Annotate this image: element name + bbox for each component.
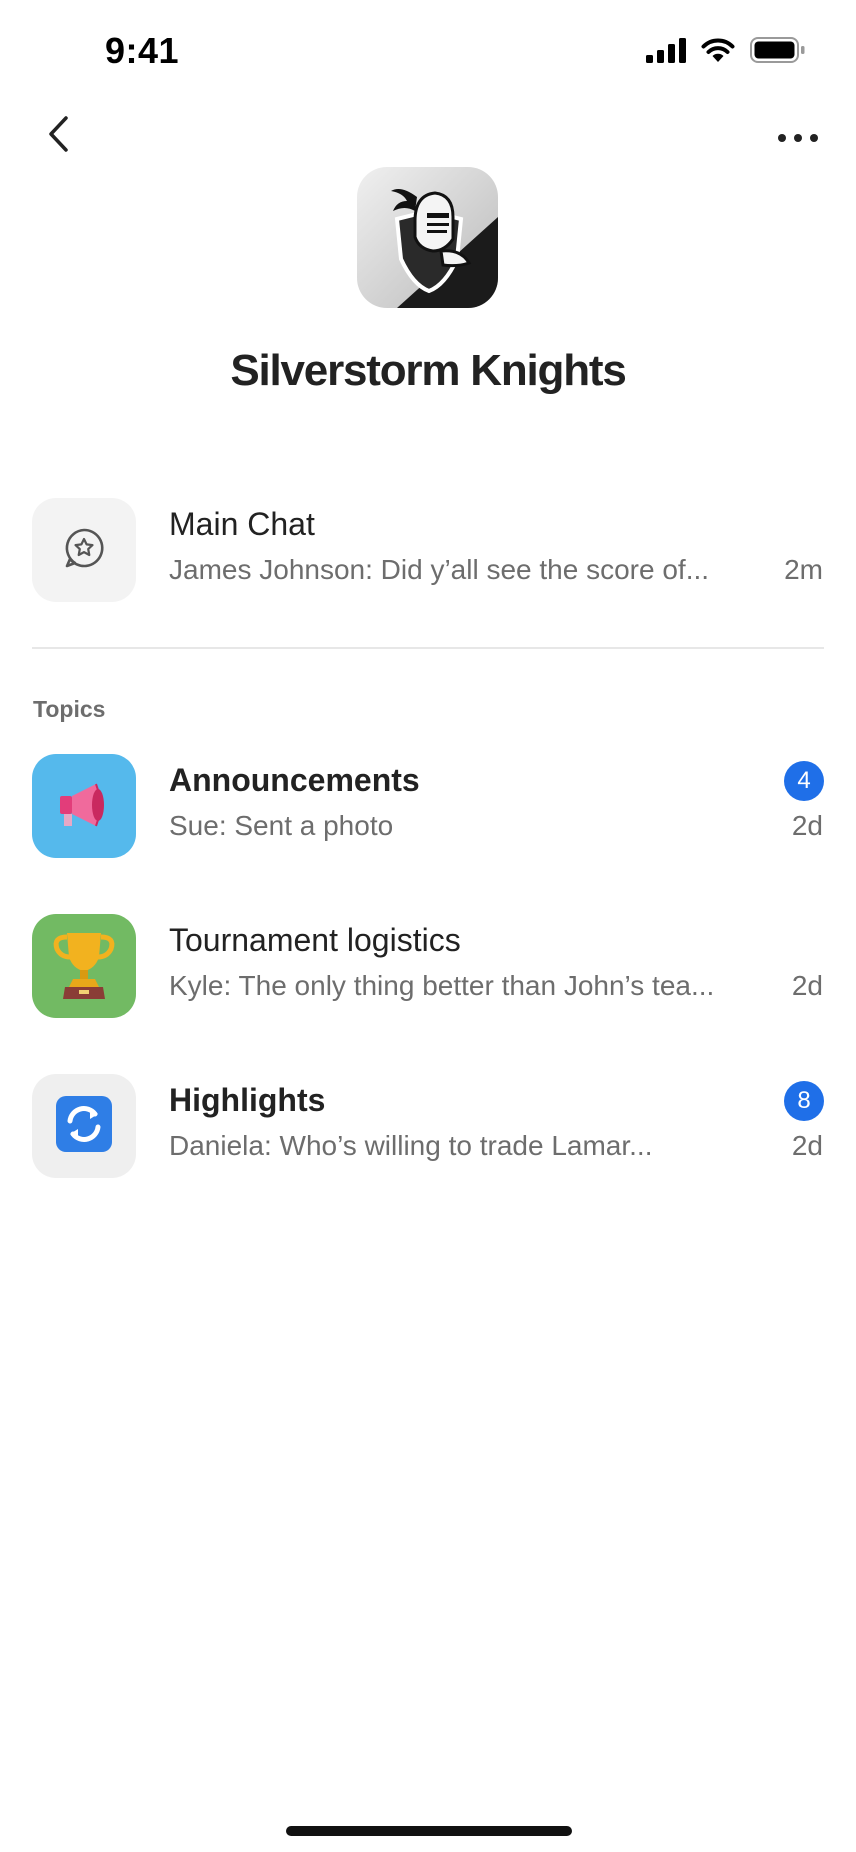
topic-row-tournament-logistics[interactable]: Tournament logistics Kyle: The only thin… [0,914,856,1022]
topic-row-highlights[interactable]: Highlights Daniela: Who’s willing to tra… [0,1074,856,1182]
topic-time: 2d [791,810,823,841]
topic-icon-container [32,1074,136,1178]
refresh-icon [54,1094,114,1159]
knight-logo-icon [391,189,498,308]
topic-preview: Kyle: The only thing better than John’s … [169,970,715,1001]
megaphone-icon [52,772,116,841]
unread-badge: 8 [784,1081,824,1121]
main-chat-icon-container [32,498,136,602]
chevron-left-icon [46,114,70,159]
topic-icon-container [32,914,136,1018]
back-button[interactable] [38,112,78,160]
topic-title: Highlights [169,1082,326,1118]
wifi-icon [700,36,736,69]
unread-badge: 4 [784,761,824,801]
topic-preview: Daniela: Who’s willing to trade Lamar... [169,1130,653,1161]
group-name: Silverstorm Knights [230,346,626,395]
main-chat-title: Main Chat [169,506,315,542]
trophy-icon [49,927,119,1006]
cellular-signal-icon [646,37,686,68]
topic-row-announcements[interactable]: Announcements Sue: Sent a photo 4 2d [0,754,856,862]
topic-time: 2d [791,970,823,1001]
battery-icon [750,36,806,69]
topic-time: 2d [791,1130,823,1161]
more-icon-dot [810,134,818,142]
more-icon-dot [778,134,786,142]
more-icon-dot [794,134,802,142]
status-icons [646,36,806,68]
group-avatar[interactable] [357,167,498,308]
main-chat-time: 2m [784,554,823,585]
main-chat-row[interactable]: Main Chat James Johnson: Did y’all see t… [0,498,856,606]
more-options-button[interactable] [770,120,826,156]
divider [32,647,824,649]
topic-icon-container [32,754,136,858]
topics-section-label: Topics [33,696,106,722]
topic-title: Announcements [169,762,420,798]
topic-preview: Sue: Sent a photo [169,810,394,841]
chat-bubble-star-icon [61,525,107,576]
main-chat-preview: James Johnson: Did y’all see the score o… [169,554,710,585]
home-indicator[interactable] [286,1826,572,1836]
status-time: 9:41 [105,30,180,71]
topic-title: Tournament logistics [169,922,461,958]
